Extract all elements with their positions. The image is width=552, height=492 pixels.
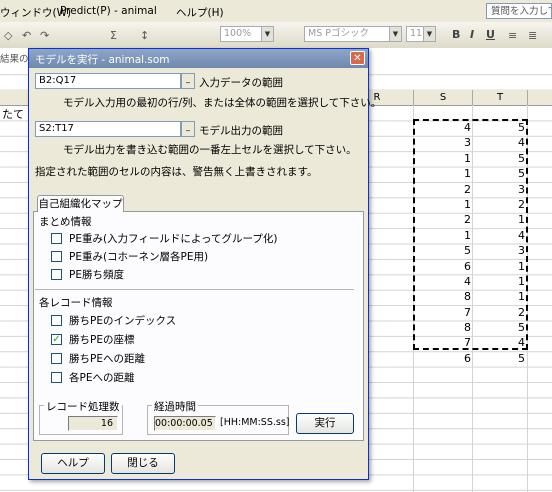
records-group-header: 各レコード情報 (39, 297, 113, 309)
cell-t[interactable]: 5 (473, 351, 525, 366)
elapsed-time-format: [HH:MM:SS.ss] (220, 417, 290, 428)
checkbox-label: PE勝ち頻度 (69, 269, 124, 281)
menu-predict[interactable]: Predict(P) - animal (60, 5, 157, 17)
checkbox-label: PE重み(コホーネン層各PE用) (69, 251, 209, 263)
zoom-select[interactable]: 100% ▼ (220, 26, 274, 42)
checkbox-winning-pe-distance[interactable] (51, 353, 62, 364)
underline-button[interactable]: U (486, 28, 495, 41)
cell-a1[interactable]: たて (2, 106, 24, 122)
checkbox-pe-weights-grouped[interactable] (51, 233, 62, 244)
overwrite-warning: 指定された範囲のセルの内容は、警告無く上書きされます。 (35, 166, 318, 178)
column-header-s[interactable]: S (413, 90, 472, 105)
checkbox-label: PE重み(入力フィールドによってグループ化) (69, 233, 278, 245)
checkbox-label: 勝ちPEへの距離 (69, 353, 145, 365)
checkbox-pe-win-frequency[interactable] (51, 269, 62, 280)
table-row: 65 (413, 351, 527, 366)
align-center-icon[interactable]: ≣ (528, 29, 537, 42)
checkbox-pe-weights-kohonen[interactable] (51, 251, 62, 262)
chevron-down-icon: ▼ (423, 27, 435, 41)
input-range-label: 入力データの範囲 (199, 77, 283, 89)
name-box[interactable]: 結果の (0, 51, 29, 65)
copy-selection-marquee (413, 119, 528, 350)
menu-bar: ウィンドウ(W) Predict(P) - animal ヘルプ(H) 質問を入… (0, 0, 552, 23)
dialog-title: モデルを実行 - animal.som (35, 54, 170, 66)
elapsed-time-value: 00:00:00.05 (154, 416, 216, 431)
checkbox-label: 勝ちPEのインデックス (69, 315, 177, 327)
tab-som[interactable]: 自己組織化マップ (37, 195, 124, 212)
bold-button[interactable]: B (452, 28, 460, 41)
menu-help[interactable]: ヘルプ(H) (176, 5, 224, 20)
chevron-down-icon: ▼ (261, 27, 273, 41)
input-range-hint: モデル入力用の最初の行/列、または全体の範囲を選択して下さい。 (63, 97, 382, 109)
sort-icon[interactable]: ↕ (140, 29, 149, 42)
records-processed-group: レコード処理数 16 (39, 399, 123, 435)
zoom-value: 100% (224, 28, 252, 39)
range-picker-icon[interactable]: _ (181, 73, 195, 89)
checkbox-label: 各PEへの距離 (69, 372, 135, 384)
output-range-field[interactable]: S2:T17 (35, 121, 181, 137)
checkbox-winning-pe-coords[interactable]: ✓ (51, 334, 62, 345)
checkbox-label: 勝ちPEの座標 (69, 334, 135, 346)
range-picker-icon[interactable]: _ (181, 121, 195, 137)
close-button[interactable]: 閉じる (111, 453, 175, 474)
font-value: MS Pゴシック (308, 28, 369, 39)
font-select[interactable]: MS Pゴシック ▼ (304, 26, 402, 42)
italic-button[interactable]: I (470, 28, 474, 41)
dialog-titlebar[interactable]: モデルを実行 - animal.som ✕ (29, 49, 368, 68)
font-size-select[interactable]: 11 ▼ (406, 26, 436, 42)
question-input[interactable]: 質問を入力して (486, 3, 552, 19)
align-icon[interactable]: ≡ (508, 29, 517, 42)
input-range-field[interactable]: B2:Q17 (35, 73, 181, 89)
records-processed-value: 16 (68, 416, 118, 431)
checkbox-winning-pe-index[interactable] (51, 315, 62, 326)
close-icon[interactable]: ✕ (350, 51, 365, 65)
group-divider (35, 289, 354, 290)
elapsed-time-group: 経過時間 00:00:00.05 [HH:MM:SS.ss] (147, 399, 290, 435)
run-button[interactable]: 実行 (296, 413, 354, 434)
redo-icon[interactable]: ↷ (40, 29, 49, 42)
column-header-t[interactable]: T (472, 90, 527, 105)
cell-s[interactable]: 6 (413, 351, 471, 366)
elapsed-time-label: 経過時間 (152, 399, 198, 414)
font-size-value: 11 (410, 28, 423, 39)
output-range-hint: モデル出力を書き込む範囲の一番左上セルを選択して下さい。 (63, 144, 357, 156)
help-button[interactable]: ヘルプ (41, 453, 105, 474)
chevron-down-icon: ▼ (389, 27, 401, 41)
undo-icon[interactable]: ↶ (22, 29, 31, 42)
run-model-dialog: モデルを実行 - animal.som ✕ B2:Q17 _ 入力データの範囲 … (28, 48, 381, 480)
checkbox-each-pe-distance[interactable] (51, 372, 62, 383)
summary-group-header: まとめ情報 (39, 216, 92, 228)
autosum-icon[interactable]: Σ (110, 29, 117, 42)
toolbar: ◇ ↶ ↷ Σ ↕ 100% ▼ MS Pゴシック ▼ 11 ▼ B I U ≡… (0, 22, 552, 49)
column-header-next[interactable] (527, 90, 552, 105)
chart-icon[interactable]: ◇ (4, 29, 12, 42)
records-processed-label: レコード処理数 (44, 399, 122, 414)
output-range-label: モデル出力の範囲 (199, 125, 283, 137)
